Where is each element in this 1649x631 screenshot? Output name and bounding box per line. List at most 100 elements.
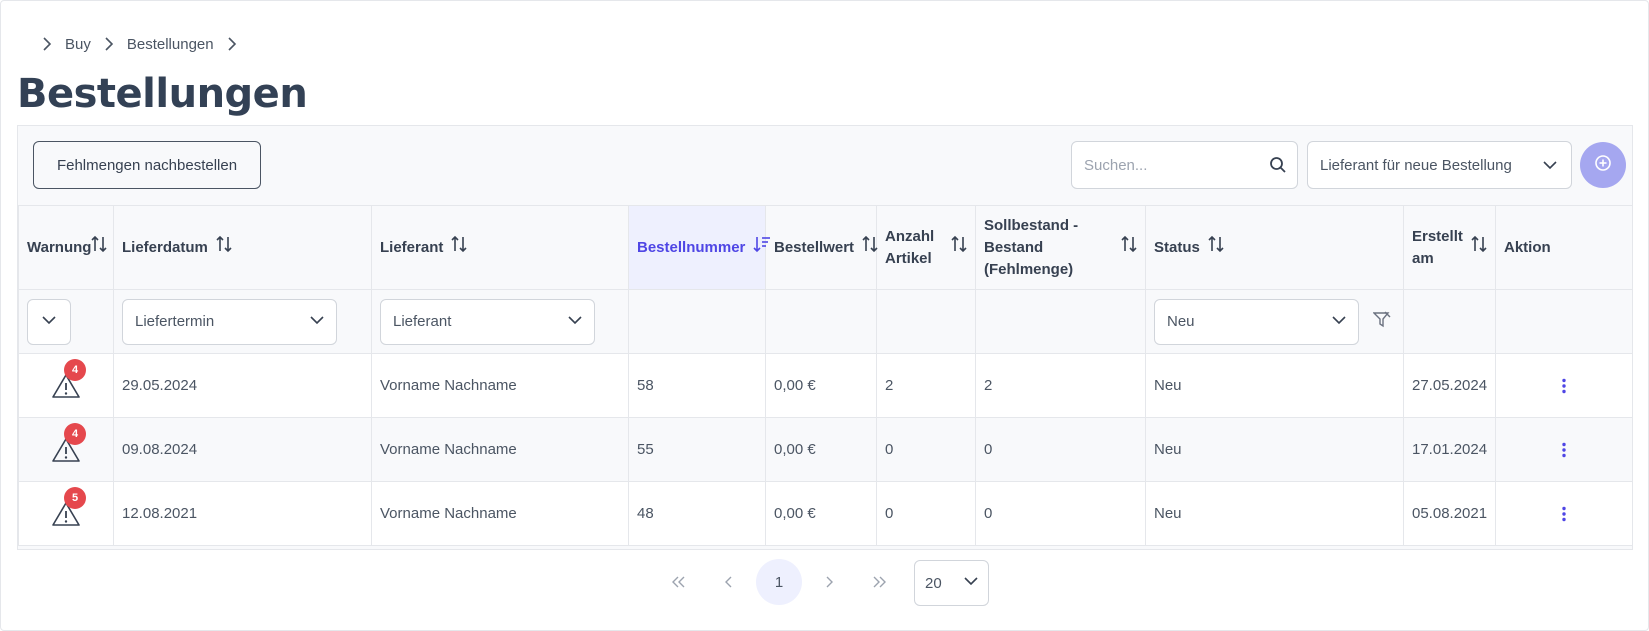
order-value-cell: 0,00 € bbox=[765, 353, 877, 418]
column-header-status[interactable]: Status bbox=[1145, 205, 1404, 290]
supplier-cell: Vorname Nachname bbox=[371, 417, 629, 482]
filter-cell-status: Neu bbox=[1145, 289, 1404, 354]
chevron-down-icon bbox=[42, 313, 56, 331]
action-cell bbox=[1495, 417, 1633, 482]
rows-per-page-select[interactable]: 20 bbox=[914, 560, 989, 606]
column-label: Bestellnummer bbox=[637, 238, 746, 256]
warning-icon[interactable]: 4 bbox=[51, 358, 86, 401]
order-value-cell: 0,00 € bbox=[765, 417, 877, 482]
column-header-created[interactable]: Erstellt am bbox=[1403, 205, 1496, 290]
filter-cell-delivery-date: Liefertermin bbox=[113, 289, 372, 354]
sort-icon bbox=[1471, 235, 1487, 260]
more-vertical-icon[interactable] bbox=[1504, 442, 1624, 458]
previous-page-icon[interactable] bbox=[706, 559, 752, 605]
action-cell bbox=[1495, 481, 1633, 546]
order-number-cell: 55 bbox=[628, 417, 766, 482]
page-title: Bestellungen bbox=[17, 71, 308, 117]
table-row[interactable]: 4 09.08.2024 Vorname Nachname 55 0,00 € … bbox=[18, 417, 1633, 482]
warning-count-badge: 4 bbox=[64, 422, 86, 445]
first-page-icon[interactable] bbox=[656, 559, 702, 605]
status-filter-select[interactable]: Neu bbox=[1154, 298, 1359, 345]
article-count-cell: 2 bbox=[876, 353, 976, 418]
warning-icon[interactable]: 4 bbox=[51, 422, 86, 465]
last-page-icon[interactable] bbox=[856, 559, 902, 605]
column-label-line: Anzahl bbox=[885, 227, 935, 245]
column-label: Lieferdatum bbox=[122, 238, 208, 256]
created-cell: 17.01.2024 bbox=[1403, 417, 1496, 482]
filter-cell-empty bbox=[975, 289, 1146, 354]
sort-icon bbox=[91, 235, 108, 260]
new-order-supplier-select[interactable]: Lieferant für neue Bestellung bbox=[1307, 141, 1572, 189]
column-header-supplier[interactable]: Lieferant bbox=[371, 205, 629, 290]
new-order-supplier-placeholder: Lieferant für neue Bestellung bbox=[1320, 156, 1512, 174]
sort-icon bbox=[451, 235, 467, 260]
column-label-line: Artikel bbox=[885, 249, 932, 267]
status-cell: Neu bbox=[1145, 353, 1404, 418]
created-cell: 05.08.2021 bbox=[1403, 481, 1496, 546]
order-number-cell: 58 bbox=[628, 353, 766, 418]
clear-filter-icon[interactable] bbox=[1372, 311, 1391, 333]
more-vertical-icon[interactable] bbox=[1504, 506, 1624, 522]
warning-cell: 4 bbox=[18, 353, 114, 418]
status-filter-group: Neu bbox=[1154, 298, 1395, 345]
column-header-article-count[interactable]: Anzahl Artikel bbox=[876, 205, 976, 290]
shortfall-cell: 0 bbox=[975, 417, 1146, 482]
column-label-line: am bbox=[1412, 249, 1434, 267]
breadcrumb-item-buy[interactable]: Buy bbox=[65, 36, 91, 53]
chevron-right-icon bbox=[41, 33, 53, 55]
column-label: Aktion bbox=[1504, 238, 1551, 256]
search-icon[interactable] bbox=[1269, 156, 1287, 179]
filter-cell-empty bbox=[628, 289, 766, 354]
sort-icon bbox=[862, 235, 878, 260]
article-count-cell: 0 bbox=[876, 417, 976, 482]
column-label-line: Bestand bbox=[984, 238, 1044, 256]
column-label: Sollbestand - Bestand (Fehlmenge) bbox=[984, 215, 1078, 281]
shortfall-cell: 0 bbox=[975, 481, 1146, 546]
column-label-line: Erstellt bbox=[1412, 227, 1463, 245]
column-header-order-value[interactable]: Bestellwert bbox=[765, 205, 878, 290]
created-cell: 27.05.2024 bbox=[1403, 353, 1496, 418]
warning-icon[interactable]: 5 bbox=[51, 486, 86, 529]
search-input[interactable] bbox=[1084, 156, 1264, 174]
page-button-current[interactable]: 1 bbox=[756, 559, 802, 605]
column-label: Lieferant bbox=[380, 238, 444, 256]
next-page-icon[interactable] bbox=[806, 559, 852, 605]
warning-count-badge: 5 bbox=[64, 486, 86, 509]
orders-table: Warnung Lieferdatum Lieferant Bestellnum… bbox=[18, 205, 1633, 546]
warning-filter-select[interactable] bbox=[27, 298, 71, 345]
chevron-down-icon bbox=[964, 574, 978, 592]
table-row[interactable]: 4 29.05.2024 Vorname Nachname 58 0,00 € … bbox=[18, 353, 1633, 418]
sort-icon bbox=[1121, 235, 1137, 260]
action-cell bbox=[1495, 353, 1633, 418]
delivery-date-cell: 29.05.2024 bbox=[113, 353, 372, 418]
sort-icon bbox=[216, 235, 232, 260]
breadcrumb-item-bestellungen[interactable]: Bestellungen bbox=[127, 36, 214, 53]
rows-per-page-value: 20 bbox=[925, 574, 942, 592]
sort-descending-icon bbox=[753, 235, 771, 260]
warning-count-badge: 4 bbox=[64, 358, 86, 381]
column-header-shortfall[interactable]: Sollbestand - Bestand (Fehlmenge) bbox=[975, 205, 1146, 290]
supplier-filter-select[interactable]: Lieferant bbox=[380, 298, 595, 345]
chevron-down-icon bbox=[1543, 158, 1557, 176]
column-label: Anzahl Artikel bbox=[885, 226, 934, 270]
status-cell: Neu bbox=[1145, 417, 1404, 482]
warning-cell: 4 bbox=[18, 417, 114, 482]
reorder-shortfall-button[interactable]: Fehlmengen nachbestellen bbox=[33, 141, 261, 189]
filter-cell-warning bbox=[18, 289, 114, 354]
add-order-button[interactable] bbox=[1580, 142, 1626, 188]
column-header-delivery-date[interactable]: Lieferdatum bbox=[113, 205, 372, 290]
table-row[interactable]: 5 12.08.2021 Vorname Nachname 48 0,00 € … bbox=[18, 481, 1633, 546]
more-vertical-icon[interactable] bbox=[1504, 378, 1624, 394]
delivery-date-filter-select[interactable]: Liefertermin bbox=[122, 298, 337, 345]
filter-cell-empty bbox=[1403, 289, 1496, 354]
shortfall-cell: 2 bbox=[975, 353, 1146, 418]
orders-panel: Fehlmengen nachbestellen Lieferant für n… bbox=[17, 125, 1633, 550]
column-header-order-number[interactable]: Bestellnummer bbox=[628, 205, 771, 290]
plus-circle-icon bbox=[1595, 154, 1611, 176]
breadcrumb: Buy Bestellungen bbox=[41, 33, 238, 55]
column-header-warning[interactable]: Warnung bbox=[18, 205, 114, 290]
chevron-right-icon bbox=[103, 33, 115, 55]
status-cell: Neu bbox=[1145, 481, 1404, 546]
filter-cell-supplier: Lieferant bbox=[371, 289, 629, 354]
supplier-cell: Vorname Nachname bbox=[371, 481, 629, 546]
